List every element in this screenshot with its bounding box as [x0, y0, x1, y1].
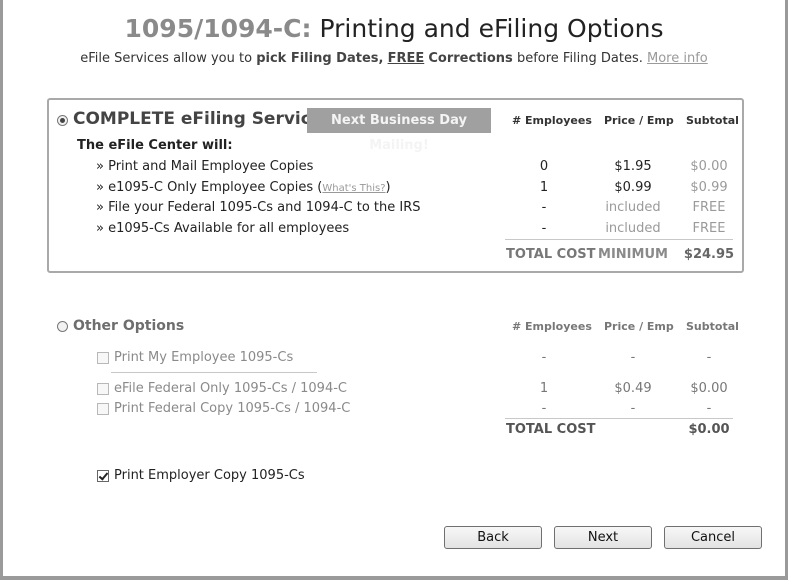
- cell-employees: 1: [539, 381, 549, 396]
- page-title: 1095/1094-C: Printing and eFiling Option…: [0, 14, 788, 43]
- subtitle-corrections: Corrections: [428, 51, 513, 66]
- cell-subtotal: FREE: [692, 200, 726, 215]
- col-subtotal: Subtotal: [686, 114, 739, 127]
- print-federal-checkbox[interactable]: [97, 403, 109, 415]
- cell-subtotal: $0.00: [690, 381, 728, 396]
- title-main: Printing and eFiling Options: [319, 14, 664, 43]
- cell-subtotal: FREE: [692, 221, 726, 236]
- cell-employees: 1: [539, 180, 549, 195]
- cell-employees: 0: [539, 159, 549, 174]
- cell-subtotal: -: [706, 401, 712, 416]
- complete-service-title[interactable]: COMPLETE eFiling Service: [73, 109, 322, 129]
- other-total-value: $0.00: [688, 422, 730, 437]
- col-subtotal: Subtotal: [686, 320, 739, 333]
- back-button[interactable]: Back: [444, 526, 542, 549]
- other-options-radio[interactable]: [57, 321, 68, 332]
- complete-item-e1095: » e1095-C Only Employee Copies (What's T…: [96, 180, 391, 195]
- complete-service-radio[interactable]: [57, 115, 68, 126]
- subtitle: eFile Services allow you to pick Filing …: [0, 51, 788, 66]
- col-employees: # Employees: [512, 114, 592, 127]
- cell-subtotal: $0.99: [690, 180, 728, 195]
- cell-price: $0.49: [614, 381, 652, 396]
- complete-total-minimum: MINIMUM: [598, 247, 668, 262]
- col-employees: # Employees: [512, 320, 592, 333]
- subtitle-free: FREE: [387, 51, 425, 66]
- divider: [505, 239, 733, 240]
- print-employee-checkbox[interactable]: [97, 352, 109, 364]
- complete-item-e1095-available: » e1095-Cs Available for all employees: [96, 221, 350, 236]
- cell-price: -: [630, 350, 636, 365]
- divider: [111, 372, 317, 373]
- col-price: Price / Emp: [604, 320, 674, 333]
- complete-total-label: TOTAL COST: [506, 247, 596, 262]
- cell-employees: -: [541, 401, 547, 416]
- cancel-button[interactable]: Cancel: [664, 526, 762, 549]
- cell-price: -: [630, 401, 636, 416]
- cell-price: $0.99: [614, 180, 652, 195]
- print-employee-label: Print My Employee 1095-Cs: [114, 350, 294, 365]
- cell-employees: -: [541, 221, 547, 236]
- more-info-link[interactable]: More info: [647, 51, 708, 66]
- complete-item-print-mail: » Print and Mail Employee Copies: [96, 159, 314, 174]
- efile-federal-label: eFile Federal Only 1095-Cs / 1094-C: [114, 381, 347, 396]
- subtitle-pick-dates: pick Filing Dates,: [256, 51, 384, 66]
- subtitle-text: eFile Services allow you to: [80, 51, 253, 66]
- title-prefix: 1095/1094-C:: [124, 14, 312, 43]
- col-price: Price / Emp: [604, 114, 674, 127]
- complete-item-file-federal: » File your Federal 1095-Cs and 1094-C t…: [96, 200, 421, 215]
- cell-employees: -: [541, 200, 547, 215]
- cell-price: included: [605, 221, 661, 236]
- cell-subtotal: $0.00: [690, 159, 728, 174]
- complete-total-value: $24.95: [683, 247, 735, 262]
- efile-federal-checkbox[interactable]: [97, 383, 109, 395]
- print-federal-label: Print Federal Copy 1095-Cs / 1094-C: [114, 401, 351, 416]
- window-border-left: [0, 0, 3, 580]
- divider: [505, 418, 733, 419]
- window-border-bottom: [0, 576, 788, 580]
- cell-price: included: [605, 200, 661, 215]
- subtitle-text-end: before Filing Dates.: [516, 51, 643, 66]
- whats-this-link[interactable]: What's This?: [322, 183, 385, 194]
- next-button[interactable]: Next: [554, 526, 652, 549]
- other-total-label: TOTAL COST: [506, 422, 596, 437]
- other-options-title[interactable]: Other Options: [73, 318, 184, 334]
- cell-subtotal: -: [706, 350, 712, 365]
- efile-center-label: The eFile Center will:: [77, 138, 233, 153]
- employer-copy-checkbox[interactable]: [97, 470, 109, 482]
- cell-employees: -: [541, 350, 547, 365]
- complete-item-e1095-label: » e1095-C Only Employee Copies (: [96, 180, 323, 195]
- cell-price: $1.95: [614, 159, 652, 174]
- employer-copy-label: Print Employer Copy 1095-Cs: [114, 468, 305, 483]
- next-day-mailing-badge: Next Business Day Mailing!: [307, 108, 491, 153]
